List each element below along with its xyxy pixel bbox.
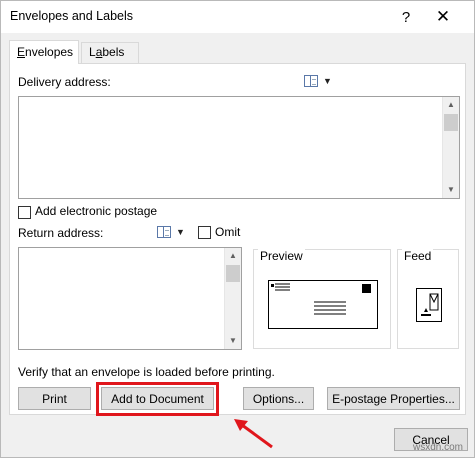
help-button[interactable]: ? <box>392 5 420 29</box>
scroll-thumb[interactable] <box>444 114 458 131</box>
add-to-document-button-label: Add to Document <box>111 391 204 406</box>
omit-label: Omit <box>215 225 241 239</box>
title-bar: Envelopes and Labels ? ✕ <box>1 1 474 33</box>
delivery-address-scrollbar[interactable]: ▲ ▼ <box>442 97 459 198</box>
epostage-properties-button-label: E-postage Properties... <box>332 391 455 406</box>
return-address-scrollbar[interactable]: ▲ ▼ <box>224 248 241 349</box>
close-icon[interactable]: ✕ <box>429 5 457 29</box>
preview-group: Preview <box>253 249 391 349</box>
delivery-address-book-button[interactable]: ▼ <box>304 73 334 89</box>
scroll-down-icon[interactable]: ▼ <box>443 182 459 198</box>
envelope-preview-icon[interactable] <box>268 280 378 330</box>
delivery-address-field[interactable]: ▲ ▼ <box>18 96 460 199</box>
tab-labels[interactable]: Labels <box>81 42 139 63</box>
options-button-label: Options... <box>252 391 305 406</box>
add-to-document-button[interactable]: Add to Document <box>101 387 214 410</box>
options-button[interactable]: Options... <box>243 387 314 410</box>
chevron-down-icon: ▼ <box>323 76 332 86</box>
tab-envelopes-rest: nvelopes <box>25 45 74 59</box>
scroll-thumb[interactable] <box>226 265 240 282</box>
print-button[interactable]: Print <box>18 387 91 410</box>
feed-label: Feed <box>402 249 434 263</box>
verify-envelope-text: Verify that an envelope is loaded before… <box>18 365 275 379</box>
scroll-up-icon[interactable]: ▲ <box>225 248 241 264</box>
feed-method-icon[interactable] <box>416 288 442 322</box>
omit-checkbox[interactable] <box>198 226 211 239</box>
delivery-address-label: Delivery address: <box>18 75 111 89</box>
tab-labels-rest: bels <box>102 45 125 59</box>
scroll-up-icon[interactable]: ▲ <box>443 97 459 113</box>
tab-envelopes[interactable]: Envelopes <box>9 40 79 64</box>
return-address-field[interactable]: ▲ ▼ <box>18 247 242 350</box>
tab-labels-pre: L <box>89 45 96 59</box>
chevron-down-icon: ▼ <box>176 227 185 237</box>
address-book-icon <box>304 75 318 87</box>
electronic-postage-label: Add electronic postage <box>35 204 158 218</box>
address-book-icon <box>157 226 171 238</box>
tab-envelopes-accel: E <box>17 45 26 59</box>
return-address-label: Return address: <box>18 226 104 240</box>
epostage-properties-button[interactable]: E-postage Properties... <box>327 387 460 410</box>
window-title: Envelopes and Labels <box>10 9 134 23</box>
envelopes-labels-dialog: Envelopes and Labels ? ✕ Envelopes Label… <box>0 0 475 458</box>
envelopes-panel: Delivery address: ▼ ▲ ▼ Add electronic p… <box>9 63 466 416</box>
feed-group: Feed <box>397 249 459 349</box>
return-address-book-button[interactable]: ▼ <box>157 224 187 240</box>
preview-label: Preview <box>258 249 305 263</box>
scroll-down-icon[interactable]: ▼ <box>225 333 241 349</box>
watermark: wsxdn.com <box>413 442 464 453</box>
red-arrow-icon <box>234 419 273 449</box>
electronic-postage-checkbox[interactable] <box>18 206 31 219</box>
print-button-label: Print <box>42 391 67 406</box>
